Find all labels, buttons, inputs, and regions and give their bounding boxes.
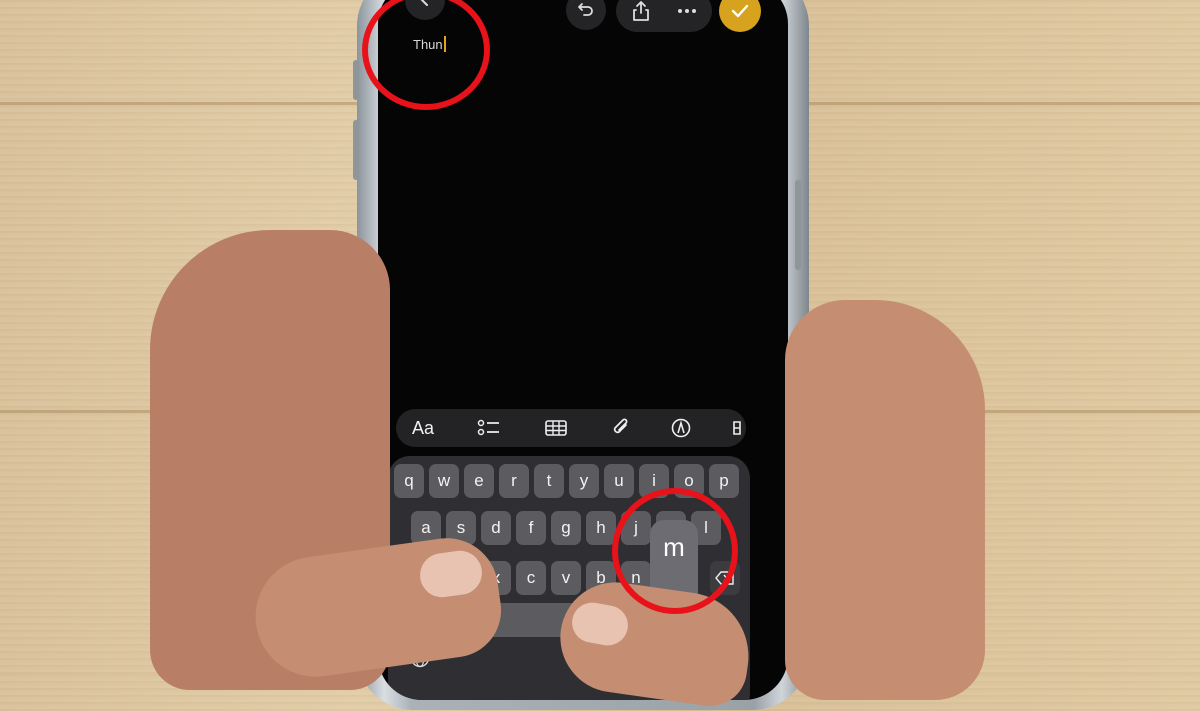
checklist-button[interactable] — [474, 414, 504, 442]
key-q[interactable]: q — [394, 464, 424, 498]
key-d[interactable]: d — [481, 511, 511, 545]
markup-button[interactable] — [666, 414, 696, 442]
key-u[interactable]: u — [604, 464, 634, 498]
paperclip-icon — [613, 418, 628, 434]
share-more-group — [616, 0, 712, 32]
format-text-label: Aa — [411, 417, 435, 438]
key-g[interactable]: g — [551, 511, 581, 545]
key-v[interactable]: v — [551, 561, 581, 595]
markup-pen-icon — [671, 418, 691, 438]
more-tools-icon — [733, 421, 741, 435]
undo-button[interactable] — [566, 0, 606, 30]
key-p[interactable]: p — [709, 464, 739, 498]
phone-side-button — [795, 180, 801, 270]
key-r[interactable]: r — [499, 464, 529, 498]
key-e[interactable]: e — [464, 464, 494, 498]
key-f[interactable]: f — [516, 511, 546, 545]
table-icon — [545, 420, 567, 436]
format-toolbar: Aa — [396, 409, 746, 447]
annotation-circle-key-popup — [612, 488, 738, 614]
right-hand — [785, 300, 985, 700]
key-c[interactable]: c — [516, 561, 546, 595]
phone-side-button — [353, 60, 359, 100]
key-h[interactable]: h — [586, 511, 616, 545]
table-button[interactable] — [541, 414, 571, 442]
undo-icon — [578, 3, 593, 16]
phone-side-button — [353, 120, 359, 180]
share-icon — [633, 1, 649, 21]
more-tools-button[interactable] — [730, 414, 744, 442]
more-button[interactable] — [672, 0, 702, 26]
done-button[interactable] — [719, 0, 761, 32]
attachment-button[interactable] — [606, 414, 636, 442]
checklist-icon — [477, 419, 499, 436]
key-t[interactable]: t — [534, 464, 564, 498]
share-button[interactable] — [626, 0, 656, 26]
format-text-button[interactable]: Aa — [408, 414, 438, 442]
more-icon — [678, 9, 696, 13]
key-w[interactable]: w — [429, 464, 459, 498]
key-y[interactable]: y — [569, 464, 599, 498]
checkmark-icon — [731, 4, 749, 18]
